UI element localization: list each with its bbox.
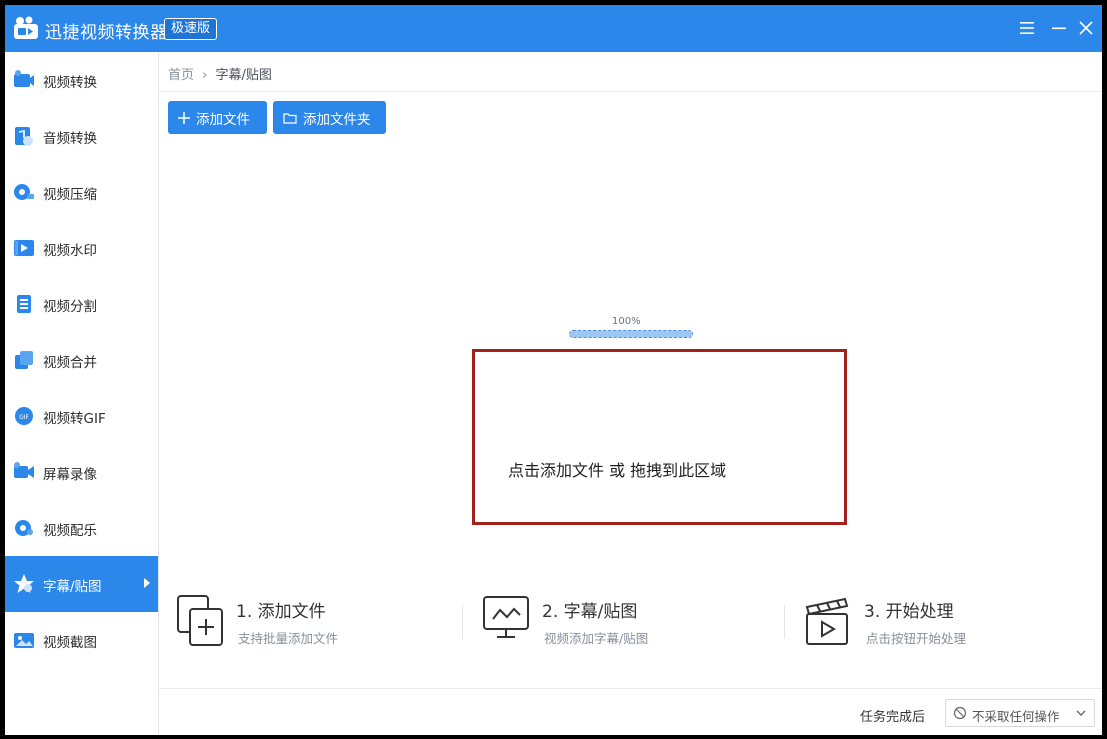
edition-badge: 极速版 xyxy=(164,18,217,40)
video-compress-icon xyxy=(13,181,35,203)
step-divider xyxy=(784,605,785,639)
video-watermark-icon xyxy=(13,237,35,259)
after-task-select[interactable]: 不采取任何操作 xyxy=(945,699,1095,727)
breadcrumb-home[interactable]: 首页 xyxy=(168,68,194,83)
video-split-icon xyxy=(13,293,35,315)
subtitle-sticker-icon xyxy=(13,573,35,595)
step-add-file: 1. 添加文件 支持批量添加文件 xyxy=(177,595,447,655)
sidebar-item-video-screenshot[interactable]: 视频截图 xyxy=(5,612,158,668)
progress-label: 100% xyxy=(612,316,641,327)
video-merge-icon xyxy=(13,349,35,371)
app-title: 迅捷视频转换器 xyxy=(45,18,168,43)
ban-icon xyxy=(953,706,967,720)
after-task-label: 任务完成后 xyxy=(860,706,925,725)
step-divider xyxy=(462,605,463,639)
plus-icon xyxy=(178,112,190,124)
progress-fill xyxy=(570,331,692,337)
step-desc: 视频添加字幕/贴图 xyxy=(544,628,648,647)
video-gif-icon: GIF xyxy=(13,405,35,427)
sidebar-item-video-merge[interactable]: 视频合并 xyxy=(5,332,158,388)
sidebar-item-screen-record[interactable]: 屏幕录像 xyxy=(5,444,158,500)
chevron-down-icon xyxy=(1075,707,1087,719)
video-music-icon xyxy=(13,517,35,539)
breadcrumb-current: 字幕/贴图 xyxy=(216,68,272,83)
clapper-play-icon xyxy=(805,595,853,647)
after-task-value: 不采取任何操作 xyxy=(972,706,1060,725)
sidebar: 视频转换 音频转换 视频压缩 视频水印 视频分割 视频合并 GIF 视频转GIF xyxy=(5,52,159,735)
audio-convert-icon xyxy=(13,125,35,147)
step-desc: 支持批量添加文件 xyxy=(238,628,338,647)
sidebar-item-label: 视频分割 xyxy=(43,295,97,315)
sidebar-item-subtitle-sticker[interactable]: 字幕/贴图 xyxy=(5,556,158,612)
sidebar-item-label: 屏幕录像 xyxy=(43,463,97,483)
step-title: 2. 字幕/贴图 xyxy=(542,597,637,622)
sidebar-item-label: 视频合并 xyxy=(43,351,97,371)
sidebar-item-label: 视频压缩 xyxy=(43,183,97,203)
chevron-right-icon xyxy=(144,578,150,588)
sidebar-item-video-music[interactable]: 视频配乐 xyxy=(5,500,158,556)
title-bar: 迅捷视频转换器 极速版 xyxy=(5,5,1102,52)
sidebar-item-video-split[interactable]: 视频分割 xyxy=(5,276,158,332)
drop-zone[interactable]: 点击添加文件 或 拖拽到此区域 xyxy=(472,349,847,525)
divider xyxy=(159,91,1102,92)
video-screenshot-icon xyxy=(13,629,35,651)
sidebar-item-label: 音频转换 xyxy=(43,127,97,147)
monitor-icon xyxy=(483,595,531,647)
app-logo-icon xyxy=(13,16,39,40)
bottom-bar: 任务完成后 不采取任何操作 xyxy=(159,688,1102,735)
sidebar-item-label: 视频水印 xyxy=(43,239,97,259)
add-file-button[interactable]: 添加文件 xyxy=(168,101,267,134)
svg-text:GIF: GIF xyxy=(19,414,29,421)
sidebar-item-video-convert[interactable]: 视频转换 xyxy=(5,52,158,108)
sidebar-item-label: 视频配乐 xyxy=(43,519,97,539)
step-desc: 点击按钮开始处理 xyxy=(866,628,966,647)
breadcrumb-separator: › xyxy=(202,68,207,83)
sidebar-item-video-watermark[interactable]: 视频水印 xyxy=(5,220,158,276)
menu-icon[interactable] xyxy=(1016,17,1038,39)
add-folder-button[interactable]: 添加文件夹 xyxy=(273,101,386,134)
step-title: 1. 添加文件 xyxy=(236,597,326,622)
folder-icon xyxy=(283,112,297,124)
sidebar-item-label: 字幕/贴图 xyxy=(43,575,102,595)
sidebar-item-audio-convert[interactable]: 音频转换 xyxy=(5,108,158,164)
sidebar-item-video-gif[interactable]: GIF 视频转GIF xyxy=(5,388,158,444)
close-icon[interactable] xyxy=(1075,17,1097,39)
drop-zone-text: 点击添加文件 或 拖拽到此区域 xyxy=(508,457,726,481)
sidebar-item-video-compress[interactable]: 视频压缩 xyxy=(5,164,158,220)
screen-record-icon xyxy=(13,461,35,483)
sidebar-item-label: 视频转换 xyxy=(43,71,97,91)
minimize-icon[interactable] xyxy=(1048,17,1070,39)
app-window: 迅捷视频转换器 极速版 视频转换 音频转换 视频压缩 视频水印 xyxy=(5,5,1102,735)
add-folder-button-label: 添加文件夹 xyxy=(303,108,371,128)
breadcrumb: 首页 › 字幕/贴图 xyxy=(168,64,272,83)
step-title: 3. 开始处理 xyxy=(864,597,954,622)
sidebar-item-label: 视频转GIF xyxy=(43,407,106,427)
add-file-button-label: 添加文件 xyxy=(196,108,250,128)
add-file-icon xyxy=(177,595,225,647)
step-subtitle-sticker: 2. 字幕/贴图 视频添加字幕/贴图 xyxy=(483,595,763,655)
step-start-process: 3. 开始处理 点击按钮开始处理 xyxy=(805,595,1085,655)
sidebar-item-label: 视频截图 xyxy=(43,631,97,651)
video-convert-icon xyxy=(13,69,35,91)
progress-bar xyxy=(569,330,693,338)
